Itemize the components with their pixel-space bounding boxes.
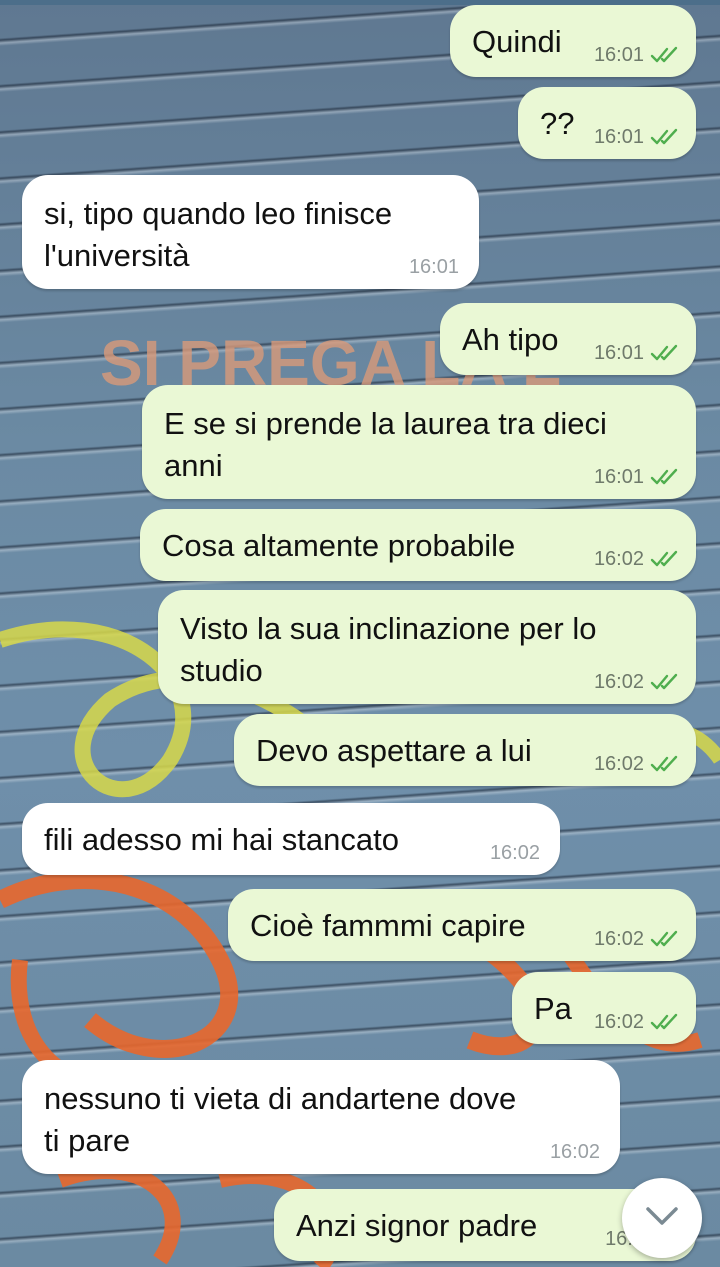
scroll-down-button[interactable] <box>622 1178 702 1258</box>
message-text: Cosa altamente probabile <box>162 528 516 563</box>
double-check-icon <box>650 468 678 485</box>
message-time: 16:02 <box>549 1141 600 1163</box>
double-check-icon <box>650 673 678 690</box>
outgoing-message[interactable]: Ah tipo 16:01 <box>440 303 696 375</box>
message-text: Visto la sua inclinazione per lo <box>180 611 597 646</box>
message-text: studio <box>180 653 263 688</box>
message-text: ti pare <box>44 1123 131 1158</box>
message-text: fili adesso mi hai stancato <box>44 822 399 857</box>
outgoing-message[interactable]: Quindi 16:01 <box>450 5 696 77</box>
message-text: Anzi signor padre <box>296 1208 538 1243</box>
double-check-icon <box>650 550 678 567</box>
chevron-down-icon <box>646 1207 678 1225</box>
message-time: 16:01 <box>593 466 644 488</box>
incoming-message[interactable]: fili adesso mi hai stancato 16:02 <box>22 803 560 875</box>
message-text: E se si prende la laurea tra dieci <box>164 406 607 441</box>
outgoing-message[interactable]: Pa 16:02 <box>512 972 696 1044</box>
message-time: 16:02 <box>593 753 644 775</box>
double-check-icon <box>650 930 678 947</box>
message-time: 16:01 <box>593 44 644 66</box>
message-text: Quindi <box>472 24 562 59</box>
incoming-message[interactable]: si, tipo quando leo finisce l'università 1… <box>22 175 479 289</box>
outgoing-message[interactable]: Visto la sua inclinazione per lo studio 16… <box>158 590 696 704</box>
message-time: 16:02 <box>593 928 644 950</box>
double-check-icon <box>650 755 678 772</box>
message-text: l'università <box>44 238 190 273</box>
message-time: 16:02 <box>593 1011 644 1033</box>
message-time: 16:02 <box>593 548 644 570</box>
double-check-icon <box>650 1013 678 1030</box>
message-time: 16:01 <box>593 342 644 364</box>
message-time: 16:01 <box>593 126 644 148</box>
incoming-message[interactable]: nessuno ti vieta di andartene dove ti par… <box>22 1060 620 1174</box>
message-time: 16:02 <box>593 671 644 693</box>
message-text: anni <box>164 448 223 483</box>
message-text: si, tipo quando leo finisce <box>44 196 393 231</box>
double-check-icon <box>650 128 678 145</box>
outgoing-message[interactable]: Cioè fammmi capire 16:02 <box>228 889 696 961</box>
outgoing-message[interactable]: Cosa altamente probabile 16:02 <box>140 509 696 581</box>
message-text: Cioè fammmi capire <box>250 908 526 943</box>
message-text: Ah tipo <box>462 322 559 357</box>
double-check-icon <box>650 344 678 361</box>
message-text: ?? <box>540 106 575 141</box>
message-time: 16:02 <box>489 842 540 864</box>
outgoing-message[interactable]: E se si prende la laurea tra dieci anni 16… <box>142 385 696 499</box>
outgoing-message[interactable]: Devo aspettare a lui 16:02 <box>234 714 696 786</box>
message-text: Pa <box>534 991 572 1026</box>
outgoing-message[interactable]: ?? 16:01 <box>518 87 696 159</box>
double-check-icon <box>650 46 678 63</box>
message-text: Devo aspettare a lui <box>256 733 532 768</box>
message-time: 16:01 <box>408 256 459 278</box>
message-text: nessuno ti vieta di andartene dove <box>44 1081 517 1116</box>
